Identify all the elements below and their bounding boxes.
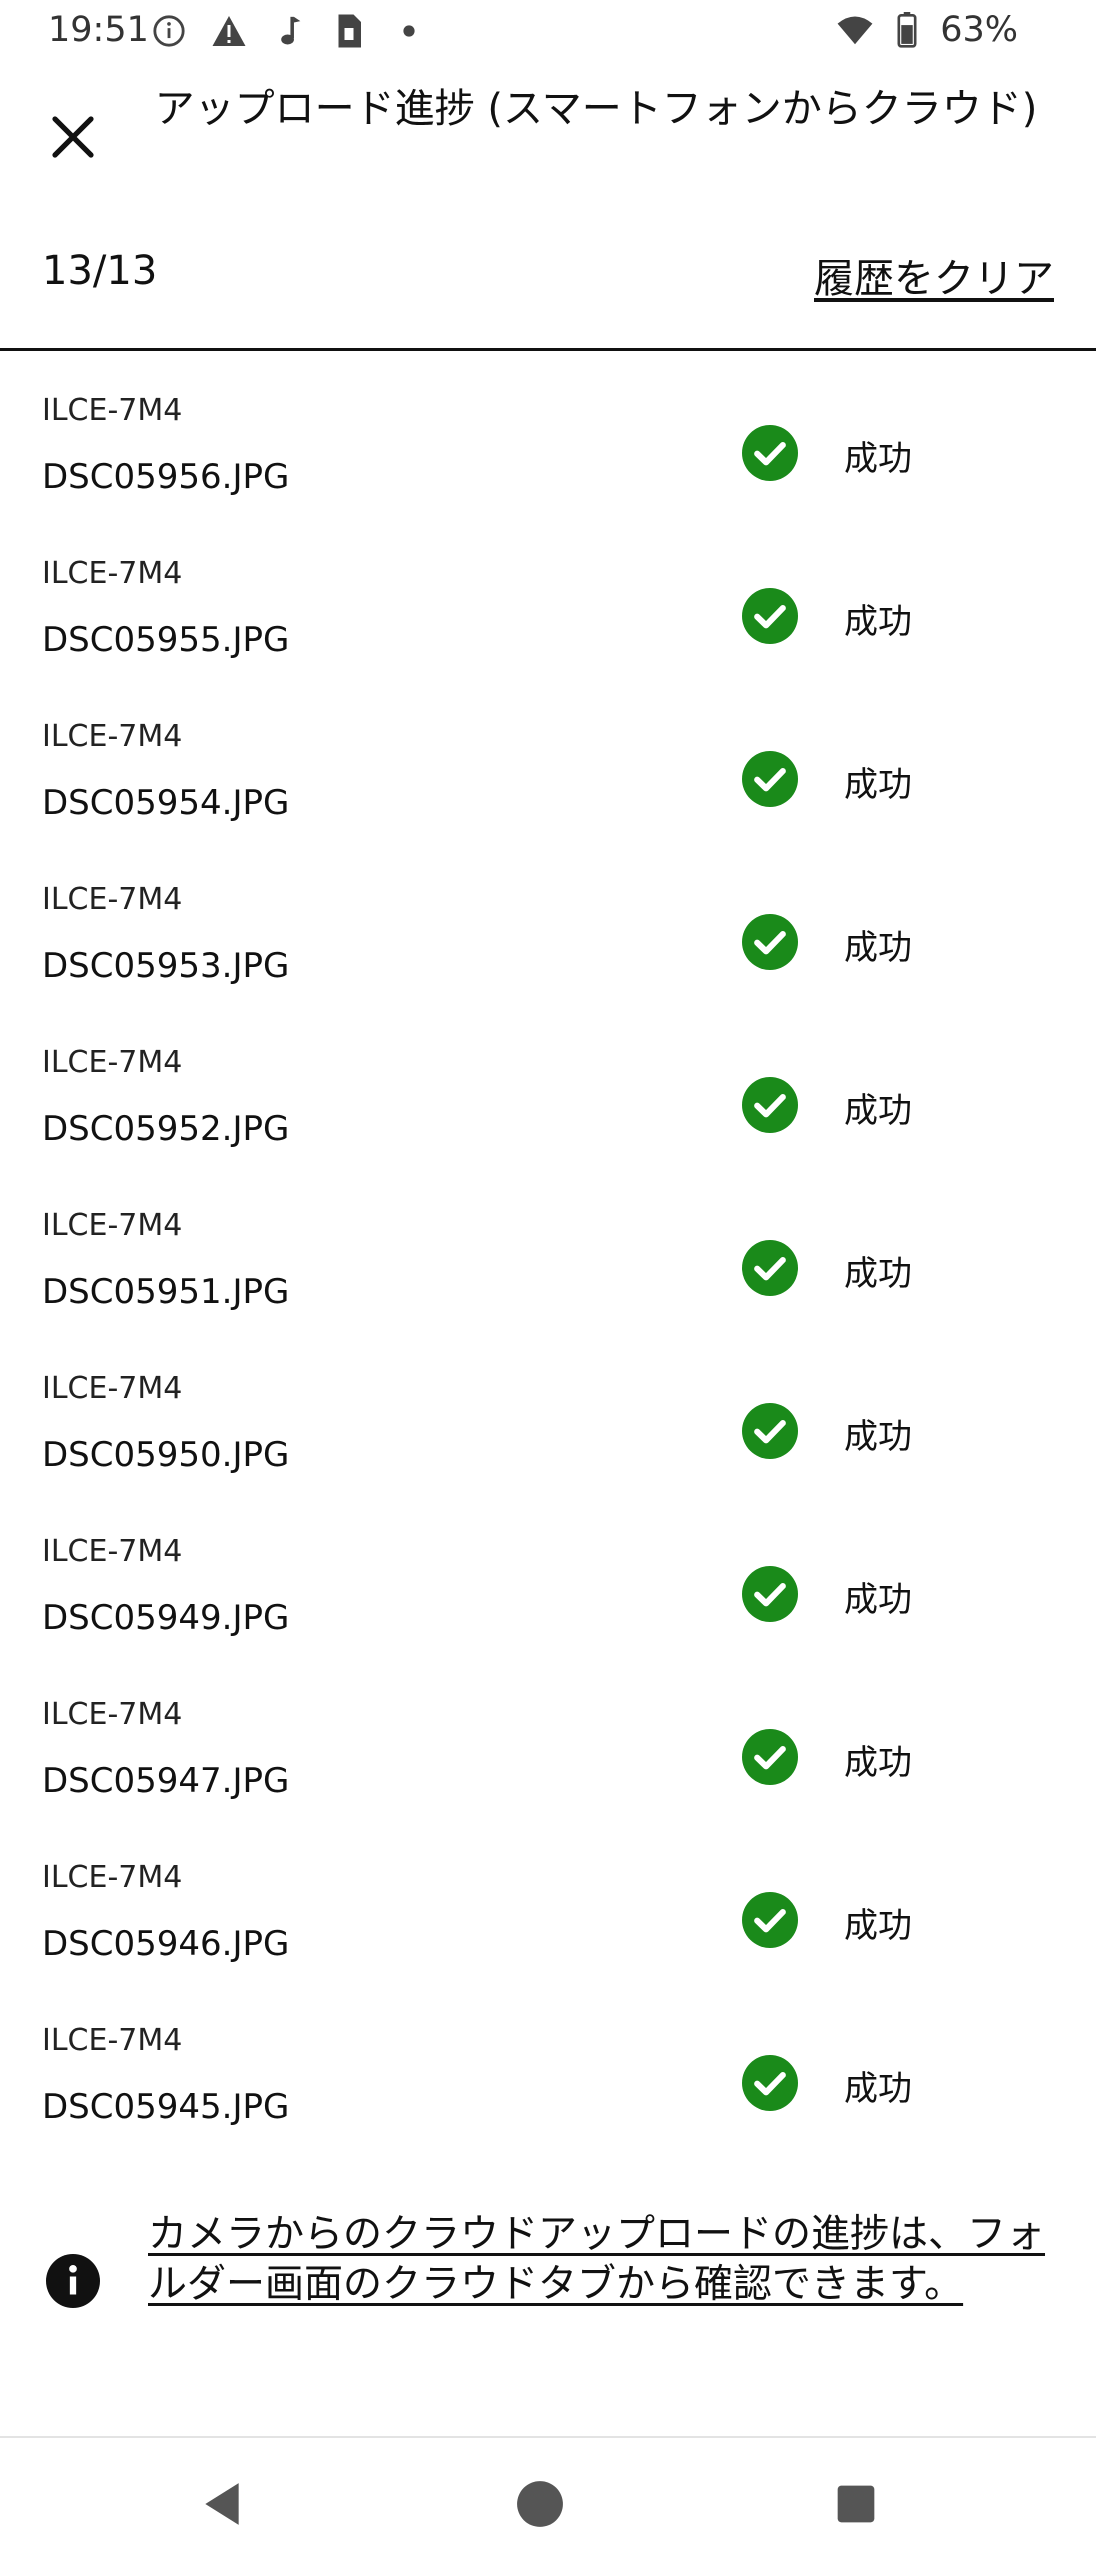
- success-check-icon: [742, 914, 798, 970]
- list-item: ILCE-7M4 DSC05945.JPG 成功: [0, 1981, 1096, 2144]
- success-check-icon: [742, 751, 798, 807]
- info-icon: [150, 12, 188, 50]
- wifi-icon: [836, 11, 874, 49]
- success-check-icon: [742, 1892, 798, 1948]
- success-check-icon: [742, 1240, 798, 1296]
- list-item: ILCE-7M4 DSC05946.JPG 成功: [0, 1818, 1096, 1981]
- back-button[interactable]: [182, 2464, 262, 2544]
- status-label: 成功: [844, 1743, 912, 1783]
- status-label: 成功: [844, 1906, 912, 1946]
- device-name: ILCE-7M4: [42, 556, 183, 591]
- status-right-group: 63%: [836, 10, 1018, 50]
- success-check-icon: [742, 1729, 798, 1785]
- status-label: 成功: [844, 1091, 912, 1131]
- file-name: DSC05945.JPG: [42, 2087, 290, 2127]
- list-item: ILCE-7M4 DSC05951.JPG 成功: [0, 1166, 1096, 1329]
- page-title: アップロード進捗 (スマートフォンからクラウド): [154, 86, 1038, 132]
- file-name: DSC05955.JPG: [42, 620, 290, 660]
- warning-icon: [210, 12, 248, 50]
- back-icon: [205, 2483, 239, 2525]
- success-check-icon: [742, 1403, 798, 1459]
- home-button[interactable]: [500, 2464, 580, 2544]
- battery-icon: [888, 11, 926, 49]
- success-check-icon: [742, 1566, 798, 1622]
- device-name: ILCE-7M4: [42, 1045, 183, 1080]
- list-item: ILCE-7M4 DSC05947.JPG 成功: [0, 1655, 1096, 1818]
- success-check-icon: [742, 588, 798, 644]
- recents-button[interactable]: [816, 2464, 896, 2544]
- sim-card-icon: [330, 12, 368, 50]
- device-name: ILCE-7M4: [42, 1208, 183, 1243]
- device-name: ILCE-7M4: [42, 393, 183, 428]
- status-label: 成功: [844, 2069, 912, 2109]
- device-name: ILCE-7M4: [42, 719, 183, 754]
- upload-list: ILCE-7M4 DSC05956.JPG 成功 ILCE-7M4 DSC05955.J…: [0, 351, 1096, 2144]
- status-label: 成功: [844, 928, 912, 968]
- navigation-bar: [0, 2436, 1096, 2562]
- status-time: 19:51: [48, 10, 149, 50]
- status-label: 成功: [844, 602, 912, 642]
- device-name: ILCE-7M4: [42, 1534, 183, 1569]
- device-name: ILCE-7M4: [42, 882, 183, 917]
- success-check-icon: [742, 2055, 798, 2111]
- file-name: DSC05949.JPG: [42, 1598, 290, 1638]
- device-name: ILCE-7M4: [42, 1697, 183, 1732]
- file-name: DSC05950.JPG: [42, 1435, 290, 1475]
- music-note-icon: [270, 12, 308, 50]
- close-icon: [52, 116, 94, 158]
- file-name: DSC05956.JPG: [42, 457, 290, 497]
- list-item: ILCE-7M4 DSC05955.JPG 成功: [0, 514, 1096, 677]
- device-name: ILCE-7M4: [42, 1371, 183, 1406]
- success-check-icon: [742, 425, 798, 481]
- close-button[interactable]: [40, 104, 106, 170]
- success-check-icon: [742, 1077, 798, 1133]
- file-name: DSC05951.JPG: [42, 1272, 290, 1312]
- list-item: ILCE-7M4 DSC05956.JPG 成功: [0, 351, 1096, 514]
- status-label: 成功: [844, 1417, 912, 1457]
- device-name: ILCE-7M4: [42, 2023, 183, 2058]
- dot-icon: [390, 12, 428, 50]
- file-name: DSC05953.JPG: [42, 946, 290, 986]
- status-bar: 19:51 63%: [0, 0, 1096, 64]
- home-icon: [517, 2481, 563, 2527]
- list-item: ILCE-7M4 DSC05949.JPG 成功: [0, 1492, 1096, 1655]
- upload-count: 13/13: [42, 248, 158, 294]
- list-item: ILCE-7M4 DSC05952.JPG 成功: [0, 1003, 1096, 1166]
- battery-percent: 63%: [940, 10, 1018, 50]
- list-item: ILCE-7M4 DSC05953.JPG 成功: [0, 840, 1096, 1003]
- list-item: ILCE-7M4 DSC05950.JPG 成功: [0, 1329, 1096, 1492]
- info-icon: [46, 2254, 100, 2308]
- info-notice: カメラからのクラウドアップロードの進捗は、フォルダー画面のクラウドタブから確認で…: [0, 2190, 1096, 2360]
- notice-link[interactable]: カメラからのクラウドアップロードの進捗は、フォルダー画面のクラウドタブから確認で…: [148, 2210, 1048, 2310]
- file-name: DSC05954.JPG: [42, 783, 290, 823]
- status-label: 成功: [844, 765, 912, 805]
- file-name: DSC05946.JPG: [42, 1924, 290, 1964]
- device-name: ILCE-7M4: [42, 1860, 183, 1895]
- recents-icon: [837, 2485, 875, 2523]
- status-label: 成功: [844, 439, 912, 479]
- file-name: DSC05952.JPG: [42, 1109, 290, 1149]
- list-item: ILCE-7M4 DSC05954.JPG 成功: [0, 677, 1096, 840]
- status-notification-icons: [150, 12, 428, 50]
- app-header: アップロード進捗 (スマートフォンからクラウド): [0, 64, 1096, 214]
- status-label: 成功: [844, 1580, 912, 1620]
- clear-history-link[interactable]: 履歴をクリア: [814, 246, 1054, 304]
- file-name: DSC05947.JPG: [42, 1761, 290, 1801]
- status-label: 成功: [844, 1254, 912, 1294]
